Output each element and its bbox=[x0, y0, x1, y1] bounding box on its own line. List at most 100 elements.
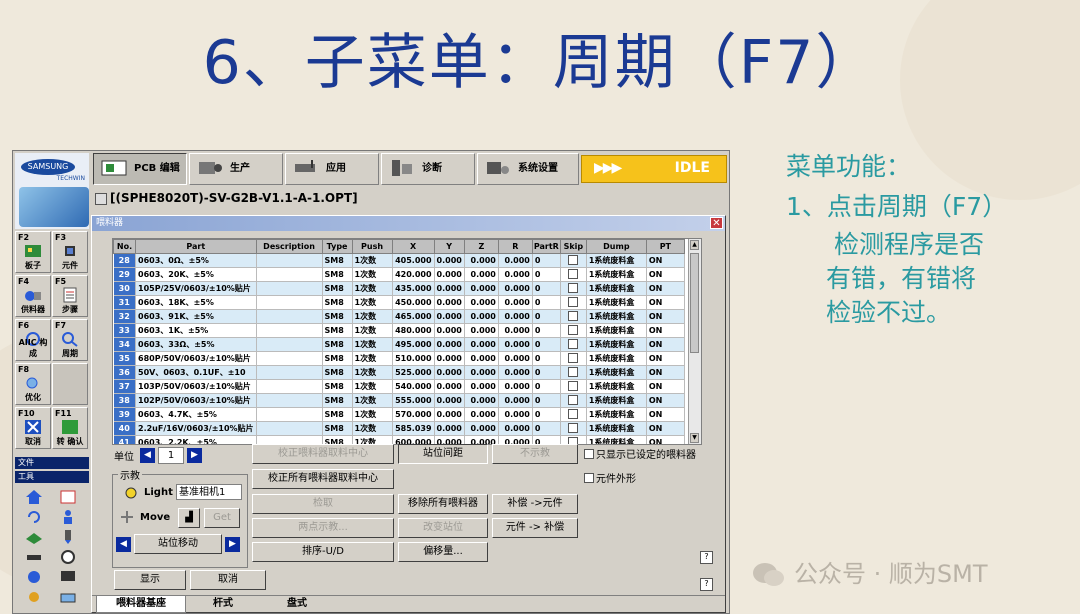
cell-pt[interactable]: ON bbox=[646, 337, 685, 352]
cell-partr[interactable]: 0 bbox=[532, 295, 561, 310]
cell-x[interactable]: 525.000 bbox=[392, 365, 435, 380]
nozzle-tool-icon[interactable] bbox=[59, 529, 77, 545]
col-header[interactable]: Push bbox=[351, 239, 393, 254]
skip-checkbox-cell[interactable] bbox=[560, 379, 587, 394]
cell-pt[interactable]: ON bbox=[646, 323, 685, 338]
cell-part[interactable]: 50V、0603、0.1UF、±10 bbox=[135, 365, 257, 380]
cell-y[interactable]: 0.000 bbox=[434, 337, 465, 352]
cell-type[interactable]: SM8 bbox=[322, 421, 353, 436]
cell-no[interactable]: 34 bbox=[113, 337, 136, 352]
cell-partr[interactable]: 0 bbox=[532, 337, 561, 352]
cell-push[interactable]: 1次数 bbox=[352, 267, 393, 282]
help-icon[interactable]: ? bbox=[700, 578, 713, 591]
cell-partr[interactable]: 0 bbox=[532, 379, 561, 394]
fkey-feeder[interactable]: F4 供料器 bbox=[15, 275, 51, 317]
cell-partr[interactable]: 0 bbox=[532, 309, 561, 324]
cell-dump[interactable]: 1系统废料盒 bbox=[586, 267, 647, 282]
cell-no[interactable]: 39 bbox=[113, 407, 136, 422]
cell-dump[interactable]: 1系统废料盒 bbox=[586, 337, 647, 352]
skip-checkbox-cell[interactable] bbox=[560, 421, 587, 436]
cell-x[interactable]: 435.000 bbox=[392, 281, 435, 296]
cell-description[interactable] bbox=[256, 351, 323, 366]
cell-x[interactable]: 540.000 bbox=[392, 379, 435, 394]
cell-description[interactable] bbox=[256, 337, 323, 352]
skip-checkbox[interactable] bbox=[568, 352, 579, 363]
teach-feeder-center-button[interactable]: 校正喂料器取料中心 bbox=[252, 444, 394, 464]
offset-button[interactable]: 偏移量... bbox=[398, 542, 488, 562]
cell-y[interactable]: 0.000 bbox=[434, 379, 465, 394]
fkey-aiic[interactable]: F6 AIIC 构成 bbox=[15, 319, 51, 361]
cell-dump[interactable]: 1系统废料盒 bbox=[586, 253, 647, 268]
table-row[interactable]: 33 0603、1K、±5% SM8 1次数 480.000 0.000 0.000 0.00… bbox=[113, 323, 685, 338]
skip-checkbox-cell[interactable] bbox=[560, 365, 587, 380]
cell-description[interactable] bbox=[256, 379, 323, 394]
tab-pcb-edit[interactable]: PCB 编辑 bbox=[93, 153, 187, 185]
cell-description[interactable] bbox=[256, 393, 323, 408]
cell-description[interactable] bbox=[256, 323, 323, 338]
cell-no[interactable]: 28 bbox=[113, 253, 136, 268]
help-icon[interactable]: ? bbox=[700, 551, 713, 564]
cell-part[interactable]: 0603、4.7K、±5% bbox=[135, 407, 257, 422]
cell-y[interactable]: 0.000 bbox=[434, 323, 465, 338]
cell-partr[interactable]: 0 bbox=[532, 393, 561, 408]
cell-type[interactable]: SM8 bbox=[322, 281, 353, 296]
station-next-icon[interactable]: ▶ bbox=[225, 537, 240, 552]
station-prev-icon[interactable]: ◀ bbox=[116, 537, 131, 552]
cell-r[interactable]: 0.000 bbox=[498, 379, 533, 394]
col-header[interactable]: R bbox=[497, 239, 533, 254]
skip-checkbox[interactable] bbox=[568, 380, 579, 391]
cell-y[interactable]: 0.000 bbox=[434, 421, 465, 436]
fkey-cycle[interactable]: F7 周期 bbox=[52, 319, 88, 361]
cell-no[interactable]: 35 bbox=[113, 351, 136, 366]
cancel-button[interactable]: 取消 bbox=[190, 570, 266, 590]
col-header[interactable]: Part bbox=[135, 239, 257, 254]
unit-prev-icon[interactable]: ◀ bbox=[140, 448, 155, 463]
cell-no[interactable]: 30 bbox=[113, 281, 136, 296]
cell-r[interactable]: 0.000 bbox=[498, 393, 533, 408]
cell-type[interactable]: SM8 bbox=[322, 337, 353, 352]
close-icon[interactable]: ✕ bbox=[710, 217, 723, 229]
table-row[interactable]: 29 0603、20K、±5% SM8 1次数 420.000 0.000 0.000 0.0… bbox=[113, 267, 685, 282]
cell-y[interactable]: 0.000 bbox=[434, 267, 465, 282]
cell-partr[interactable]: 0 bbox=[532, 267, 561, 282]
tab-apply[interactable]: 应用 bbox=[285, 153, 379, 185]
cell-x[interactable]: 465.000 bbox=[392, 309, 435, 324]
cell-r[interactable]: 0.000 bbox=[498, 323, 533, 338]
cell-y[interactable]: 0.000 bbox=[434, 407, 465, 422]
cell-part[interactable]: 0603、1K、±5% bbox=[135, 323, 257, 338]
comp-to-part-button[interactable]: 补偿 ->元件 bbox=[492, 494, 578, 514]
cell-dump[interactable]: 1系统废料盒 bbox=[586, 365, 647, 380]
cell-no[interactable]: 41 bbox=[113, 435, 136, 444]
cell-push[interactable]: 1次数 bbox=[352, 393, 393, 408]
measure-tool-icon[interactable] bbox=[25, 549, 43, 565]
tab-stick[interactable]: 杆式 bbox=[188, 596, 258, 612]
cell-no[interactable]: 36 bbox=[113, 365, 136, 380]
col-header[interactable]: PT bbox=[645, 239, 685, 254]
cell-pt[interactable]: ON bbox=[646, 379, 685, 394]
cell-y[interactable]: 0.000 bbox=[434, 295, 465, 310]
col-header[interactable]: Dump bbox=[585, 239, 647, 254]
cell-z[interactable]: 0.000 bbox=[464, 337, 499, 352]
skip-checkbox[interactable] bbox=[568, 366, 579, 377]
tab-production[interactable]: 生产 bbox=[189, 153, 283, 185]
table-row[interactable]: 36 50V、0603、0.1UF、±10 SM8 1次数 525.000 0.000 0.… bbox=[113, 365, 685, 380]
cell-y[interactable]: 0.000 bbox=[434, 253, 465, 268]
cell-pt[interactable]: ON bbox=[646, 309, 685, 324]
cell-type[interactable]: SM8 bbox=[322, 267, 353, 282]
cell-partr[interactable]: 0 bbox=[532, 407, 561, 422]
col-header[interactable]: X bbox=[391, 239, 435, 254]
unit-next-icon[interactable]: ▶ bbox=[187, 448, 202, 463]
cell-part[interactable]: 680P/50V/0603/±10%贴片 bbox=[135, 351, 257, 366]
cell-dump[interactable]: 1系统废料盒 bbox=[586, 379, 647, 394]
cell-dump[interactable]: 1系统废料盒 bbox=[586, 393, 647, 408]
col-header[interactable]: Description bbox=[255, 239, 323, 254]
two-point-teach-button[interactable]: 两点示教... bbox=[252, 518, 394, 538]
cell-type[interactable]: SM8 bbox=[322, 393, 353, 408]
change-station-button[interactable]: 改变站位 bbox=[398, 518, 488, 538]
cell-part[interactable]: 0603、20K、±5% bbox=[135, 267, 257, 282]
menu-file[interactable]: 文件 bbox=[15, 457, 89, 469]
cell-type[interactable]: SM8 bbox=[322, 351, 353, 366]
cell-partr[interactable]: 0 bbox=[532, 323, 561, 338]
cell-x[interactable]: 405.000 bbox=[392, 253, 435, 268]
cell-x[interactable]: 510.000 bbox=[392, 351, 435, 366]
